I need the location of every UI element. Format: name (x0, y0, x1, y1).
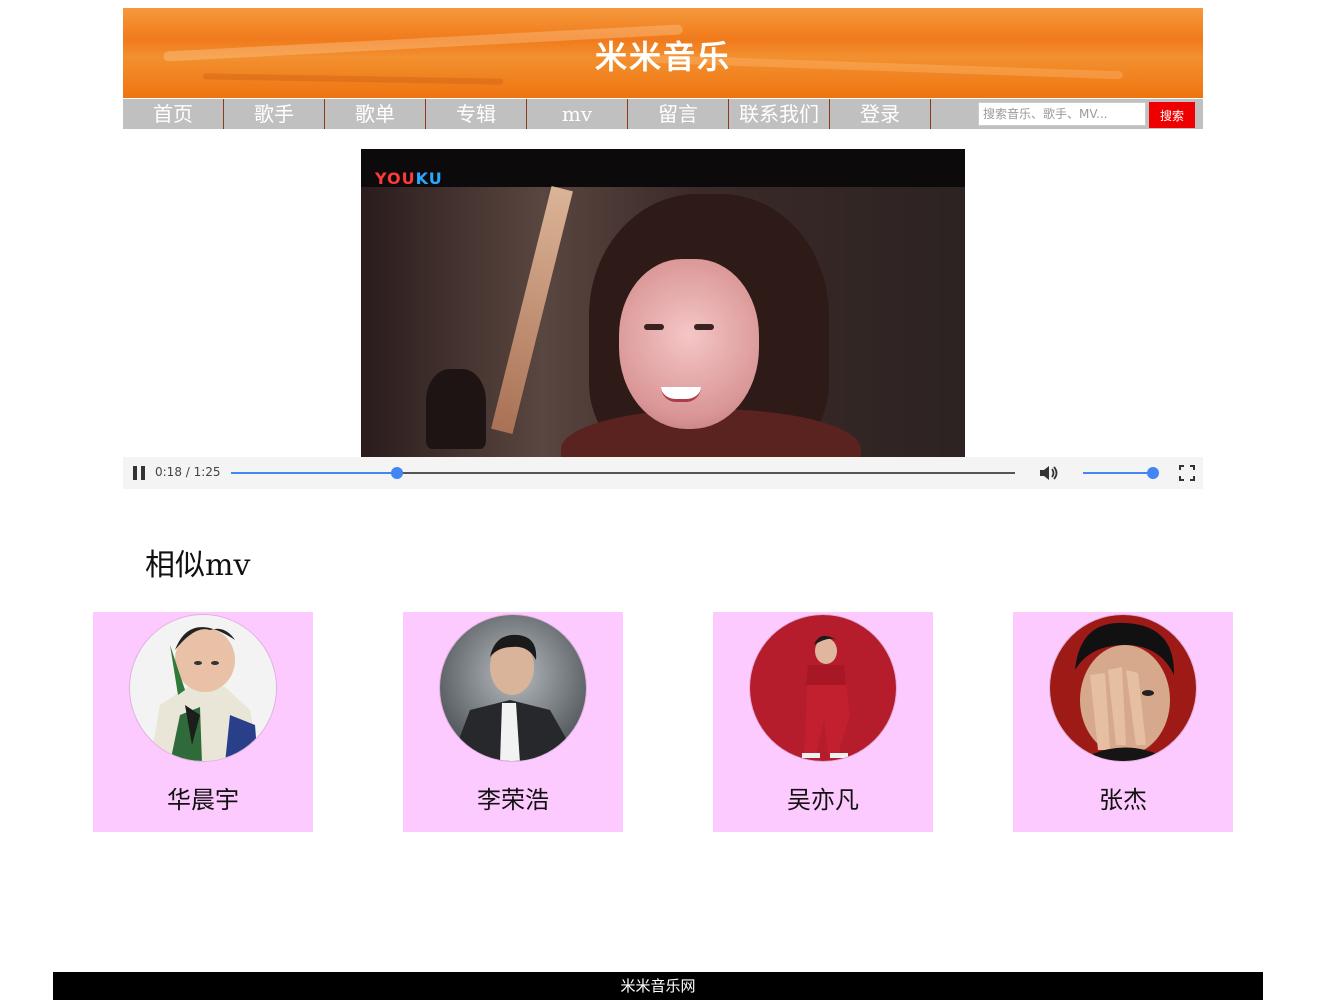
nav-item-messages[interactable]: 留言 (628, 99, 729, 129)
avatar (749, 614, 897, 762)
avatar (129, 614, 277, 762)
footer: 米米音乐网 (53, 972, 1263, 1000)
pause-icon[interactable] (133, 466, 145, 480)
nav-item-playlists[interactable]: 歌单 (325, 99, 426, 129)
volume-fill (1083, 472, 1153, 474)
nav-item-login[interactable]: 登录 (830, 99, 931, 129)
time-display: 0:18 / 1:25 (155, 465, 221, 479)
card-name: 李荣浩 (477, 786, 549, 814)
nav-bar: 首页 歌手 歌单 专辑 mv 留言 联系我们 登录 搜索 (123, 99, 1203, 129)
card-name: 张杰 (1099, 786, 1147, 814)
site-title: 米米音乐 (594, 38, 731, 76)
progress-fill (231, 472, 398, 474)
card-name: 吴亦凡 (787, 786, 859, 814)
mv-video[interactable]: YOUKU (361, 149, 965, 457)
similar-card-wu-yifan[interactable]: 吴亦凡 (713, 612, 933, 832)
avatar (1049, 614, 1197, 762)
similar-card-zhang-jie[interactable]: 张杰 (1013, 612, 1233, 832)
video-controls: 0:18 / 1:25 (123, 457, 1203, 489)
similar-card-li-ronghao[interactable]: 李荣浩 (403, 612, 623, 832)
header-banner: 米米音乐 (123, 8, 1203, 98)
nav-item-albums[interactable]: 专辑 (426, 99, 527, 129)
search-input[interactable] (978, 102, 1146, 126)
volume-handle[interactable] (1147, 467, 1159, 479)
similar-card-hua-chenyu[interactable]: 华晨宇 (93, 612, 313, 832)
similar-mv-title: 相似mv (145, 548, 251, 583)
fullscreen-icon[interactable] (1179, 465, 1195, 481)
progress-bar[interactable] (231, 467, 1015, 479)
volume-slider[interactable] (1083, 467, 1159, 479)
youku-logo: YOUKU (375, 169, 443, 188)
nav-item-contact[interactable]: 联系我们 (729, 99, 830, 129)
page: 米米音乐 首页 歌手 歌单 专辑 mv 留言 联系我们 登录 搜索 YOUKU … (0, 0, 1326, 1008)
nav-item-home[interactable]: 首页 (123, 99, 224, 129)
volume-icon[interactable] (1039, 465, 1059, 481)
avatar (439, 614, 587, 762)
nav-item-singers[interactable]: 歌手 (224, 99, 325, 129)
search-button[interactable]: 搜索 (1149, 102, 1195, 128)
nav-item-mv[interactable]: mv (527, 99, 628, 129)
progress-handle[interactable] (391, 467, 404, 479)
card-name: 华晨宇 (167, 786, 239, 814)
